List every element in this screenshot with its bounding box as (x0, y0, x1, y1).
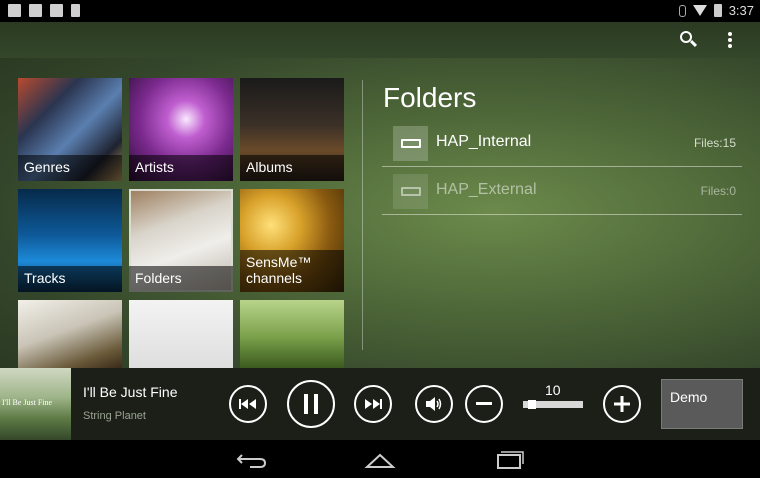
volume-down-button[interactable] (465, 385, 503, 423)
action-bar (0, 22, 760, 58)
back-icon (236, 454, 267, 468)
battery-icon (713, 4, 722, 17)
tile-artists[interactable]: Artists (129, 78, 233, 181)
home-button[interactable] (362, 447, 398, 471)
tile-row3-right[interactable] (240, 300, 344, 368)
album-art-text: I'll Be Just Fine (2, 398, 53, 407)
gallery-notification-icon (8, 4, 21, 17)
search-icon[interactable] (680, 31, 698, 49)
folder-name: HAP_External (436, 181, 537, 198)
track-artist: String Planet (83, 410, 146, 422)
folder-name: HAP_Internal (436, 133, 532, 150)
folder-row-external[interactable]: HAP_External Files:0 (382, 167, 742, 215)
folder-file-count: Files:0 (700, 184, 736, 198)
panel-divider (362, 80, 363, 350)
folder-row-internal[interactable]: HAP_Internal Files:15 (382, 119, 742, 167)
track-title: I'll Be Just Fine (83, 384, 178, 400)
panel-title: Folders (383, 82, 477, 113)
tile-tracks[interactable]: Tracks (18, 189, 122, 292)
pause-icon (304, 394, 318, 414)
skip-previous-icon (239, 399, 256, 409)
more-vert-icon[interactable] (726, 32, 734, 48)
pause-button[interactable] (287, 380, 335, 428)
external-storage-icon (393, 174, 428, 209)
navigation-bar (0, 440, 760, 478)
tile-label: Artists (129, 155, 233, 181)
volume-slider-thumb[interactable] (528, 400, 537, 409)
tile-row3-middle[interactable] (129, 300, 233, 368)
clock: 3:37 (728, 3, 754, 18)
demo-button[interactable]: Demo (661, 379, 743, 429)
recent-apps-button[interactable] (490, 447, 526, 471)
tile-label: Albums (240, 155, 344, 181)
system-status: 3:37 (678, 3, 754, 18)
folder-file-count: Files:15 (693, 136, 736, 150)
tile-label: SensMe™ channels (240, 250, 344, 292)
storage-notification-icon (71, 4, 80, 17)
minus-icon (476, 402, 492, 405)
player-bar: I'll Be Just Fine I'll Be Just Fine Stri… (0, 368, 760, 440)
home-icon (364, 453, 396, 468)
skip-next-icon (365, 399, 382, 409)
mail-notification-icon (29, 4, 42, 17)
internal-storage-icon (393, 126, 428, 161)
back-button[interactable] (234, 447, 270, 471)
tile-label: Genres (18, 155, 122, 181)
recent-apps-icon (497, 451, 524, 469)
volume-level: 10 (545, 382, 561, 398)
bluetooth-icon (678, 4, 686, 17)
tile-sensme-channels[interactable]: SensMe™ channels (240, 189, 344, 292)
status-bar: 3:37 (0, 0, 760, 22)
music-app: Genres Artists Albums Tracks Folders Sen… (0, 22, 760, 368)
tile-label: Tracks (18, 266, 122, 292)
notification-icons (8, 4, 80, 17)
volume-up-button[interactable] (603, 385, 641, 423)
album-art[interactable]: I'll Be Just Fine (0, 368, 71, 440)
tile-albums[interactable]: Albums (240, 78, 344, 181)
tile-label: Folders (129, 266, 233, 292)
next-button[interactable] (354, 385, 392, 423)
tile-row3-left[interactable] (18, 300, 122, 368)
tile-folders[interactable]: Folders (129, 189, 233, 292)
plus-icon (614, 396, 630, 412)
wifi-icon (692, 5, 707, 16)
previous-button[interactable] (229, 385, 267, 423)
play-store-notification-icon (50, 4, 63, 17)
speaker-icon (426, 397, 442, 411)
volume-button[interactable] (415, 385, 453, 423)
tile-genres[interactable]: Genres (18, 78, 122, 181)
demo-label: Demo (670, 389, 708, 405)
